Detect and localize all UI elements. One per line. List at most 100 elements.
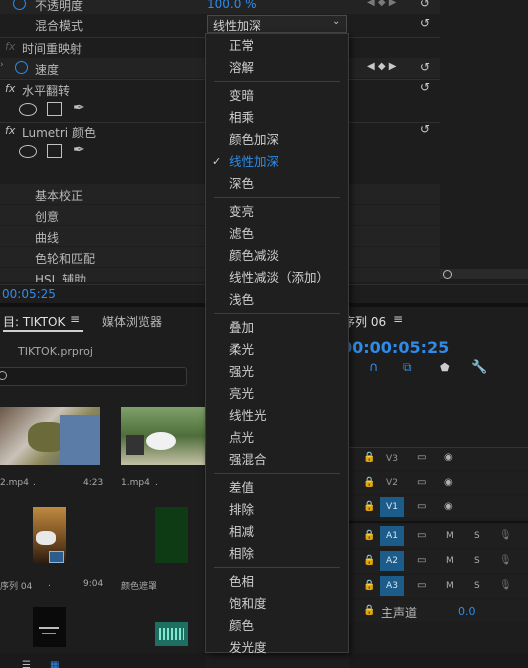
- pen-mask-icon[interactable]: ✒: [73, 142, 85, 158]
- blend-mode-option[interactable]: 颜色加深: [229, 129, 279, 151]
- track-target-v3[interactable]: V3: [380, 449, 404, 469]
- lock-icon[interactable]: 🔒: [363, 477, 375, 488]
- blend-mode-option[interactable]: 滤色: [229, 223, 254, 245]
- track-target-a3[interactable]: A3: [380, 576, 404, 596]
- blend-mode-option[interactable]: 点光: [229, 427, 254, 449]
- stopwatch-icon[interactable]: [15, 61, 28, 74]
- blend-mode-option[interactable]: 变亮: [229, 201, 254, 223]
- blend-mode-option[interactable]: 发光度: [229, 637, 267, 659]
- lock-icon[interactable]: 🔒: [363, 530, 375, 541]
- rect-mask-icon[interactable]: [47, 102, 62, 116]
- solo-button[interactable]: S: [474, 531, 480, 541]
- eye-icon[interactable]: ◉: [444, 477, 453, 488]
- tab-project[interactable]: 目: TIKTOK: [3, 313, 65, 330]
- tab-sequence[interactable]: 序列 06: [343, 313, 386, 330]
- blend-mode-dropdown[interactable]: 线性加深 ⌄: [207, 15, 347, 33]
- sync-lock-icon[interactable]: ▭: [417, 530, 426, 541]
- lock-icon[interactable]: 🔒: [363, 580, 375, 591]
- blend-mode-option[interactable]: 正常: [229, 35, 254, 57]
- track-target-v1[interactable]: V1: [380, 497, 404, 517]
- blend-mode-option[interactable]: 线性加深: [229, 151, 279, 173]
- blend-mode-option[interactable]: 颜色: [229, 615, 254, 637]
- blend-mode-option[interactable]: 相除: [229, 543, 254, 565]
- audio-clip-thumbnail[interactable]: [155, 622, 188, 646]
- fx-icon: fx: [5, 82, 16, 95]
- mute-button[interactable]: M: [446, 531, 454, 541]
- effects-timecode[interactable]: 00:05:25: [2, 287, 56, 301]
- eye-icon[interactable]: ◉: [444, 501, 453, 512]
- master-volume[interactable]: 0.0: [458, 605, 476, 618]
- blend-mode-option[interactable]: 浅色: [229, 289, 254, 311]
- ellipse-mask-icon[interactable]: [19, 103, 37, 116]
- clip-thumbnail[interactable]: [121, 407, 206, 465]
- blend-mode-option[interactable]: 差值: [229, 477, 254, 499]
- blend-mode-option[interactable]: 亮光: [229, 383, 254, 405]
- eye-icon[interactable]: ◉: [444, 452, 453, 463]
- microphone-icon[interactable]: 🎙: [499, 555, 512, 566]
- sync-lock-icon[interactable]: ▭: [417, 477, 426, 488]
- clip-thumbnail[interactable]: [0, 407, 100, 465]
- hflip-label: 水平翻转: [22, 84, 71, 98]
- mute-button[interactable]: M: [446, 556, 454, 566]
- blend-mode-option[interactable]: 深色: [229, 173, 254, 195]
- linked-selection-icon[interactable]: ⧉: [403, 360, 412, 375]
- add-marker-icon[interactable]: ⬟: [440, 361, 450, 374]
- scroll-handle[interactable]: [443, 270, 452, 279]
- reset-icon[interactable]: ↺: [420, 122, 434, 136]
- blend-mode-option[interactable]: 柔光: [229, 339, 254, 361]
- blend-mode-option[interactable]: 强混合: [229, 449, 267, 471]
- ellipse-mask-icon[interactable]: [19, 145, 37, 158]
- lock-icon[interactable]: 🔒: [363, 452, 375, 463]
- mute-button[interactable]: M: [446, 581, 454, 591]
- track-target-a2[interactable]: A2: [380, 551, 404, 571]
- search-input[interactable]: [0, 367, 187, 386]
- track-target-a1[interactable]: A1: [380, 526, 404, 546]
- lock-icon[interactable]: 🔒: [363, 501, 375, 512]
- keyframe-nav-icon[interactable]: ◀ ◆ ▶: [367, 0, 396, 8]
- blend-mode-option[interactable]: 色相: [229, 571, 254, 593]
- reset-icon[interactable]: ↺: [420, 60, 434, 74]
- microphone-icon[interactable]: 🎙: [499, 530, 512, 541]
- tab-media-browser[interactable]: 媒体浏览器: [102, 313, 162, 330]
- reset-icon[interactable]: ↺: [420, 80, 434, 94]
- sync-lock-icon[interactable]: ▭: [417, 452, 426, 463]
- reset-icon[interactable]: ↺: [420, 0, 434, 10]
- reset-icon[interactable]: ↺: [420, 16, 434, 30]
- microphone-icon[interactable]: 🎙: [499, 580, 512, 591]
- blend-mode-option[interactable]: 线性减淡（添加）: [229, 267, 329, 289]
- track-target-v2[interactable]: V2: [380, 473, 404, 493]
- blend-mode-option[interactable]: 排除: [229, 499, 254, 521]
- sync-lock-icon[interactable]: ▭: [417, 501, 426, 512]
- expand-arrow-icon[interactable]: ›: [0, 60, 4, 70]
- sync-lock-icon[interactable]: ▭: [417, 555, 426, 566]
- snap-icon[interactable]: ∩: [369, 360, 379, 375]
- blend-mode-option[interactable]: 溶解: [229, 57, 254, 79]
- blend-mode-option[interactable]: 强光: [229, 361, 254, 383]
- panel-menu-icon[interactable]: ≡: [70, 312, 80, 326]
- rect-mask-icon[interactable]: [47, 144, 62, 158]
- blend-mode-option[interactable]: 相减: [229, 521, 254, 543]
- blend-mode-option[interactable]: 线性光: [229, 405, 267, 427]
- blend-mode-option[interactable]: 变暗: [229, 85, 254, 107]
- keyframe-nav-icon[interactable]: ◀ ◆ ▶: [367, 61, 396, 72]
- sync-lock-icon[interactable]: ▭: [417, 580, 426, 591]
- blend-mode-option[interactable]: 叠加: [229, 317, 254, 339]
- timeline-scrollbar[interactable]: [440, 269, 528, 279]
- blend-mode-option[interactable]: 饱和度: [229, 593, 267, 615]
- solo-button[interactable]: S: [474, 581, 480, 591]
- checkmark-icon: ✓: [212, 155, 222, 168]
- clip-thumbnail[interactable]: [33, 607, 66, 647]
- settings-wrench-icon[interactable]: 🔧: [471, 360, 487, 375]
- freeform-view-icon[interactable]: ▦: [50, 660, 59, 668]
- lock-icon[interactable]: 🔒: [363, 555, 375, 566]
- panel-menu-icon[interactable]: ≡: [393, 312, 403, 326]
- solo-button[interactable]: S: [474, 556, 480, 566]
- lock-icon[interactable]: 🔒: [363, 605, 375, 616]
- color-matte-thumbnail[interactable]: [155, 507, 188, 563]
- blend-mode-option[interactable]: 颜色减淡: [229, 245, 279, 267]
- pen-mask-icon[interactable]: ✒: [73, 100, 85, 116]
- list-view-icon[interactable]: ☰: [22, 660, 31, 668]
- blend-mode-option[interactable]: 相乘: [229, 107, 254, 129]
- timeline-timecode[interactable]: 00:00:05:25: [341, 338, 449, 357]
- opacity-value[interactable]: 100.0 %: [207, 0, 257, 11]
